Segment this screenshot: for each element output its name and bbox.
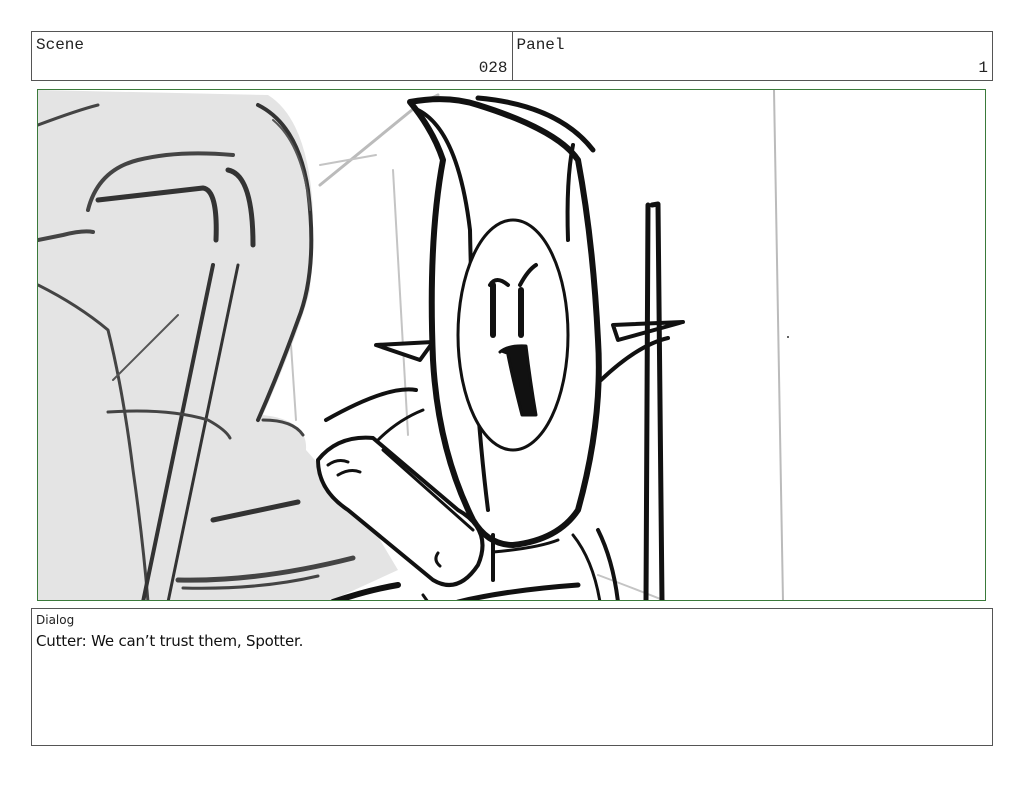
storyboard-panel-frame bbox=[37, 89, 986, 601]
panel-number: 1 bbox=[978, 59, 988, 77]
panel-cell: Panel 1 bbox=[511, 32, 993, 80]
scene-cell: Scene 028 bbox=[32, 32, 512, 80]
dialog-text: Cutter: We can’t trust them, Spotter. bbox=[36, 632, 304, 650]
scene-number: 028 bbox=[478, 59, 508, 77]
dialog-box: Dialog Cutter: We can’t trust them, Spot… bbox=[31, 608, 993, 746]
storyboard-sketch bbox=[38, 90, 789, 600]
dialog-label: Dialog bbox=[36, 613, 75, 627]
panel-label: Panel bbox=[516, 36, 565, 54]
storyboard-header: Scene 028 Panel 1 bbox=[31, 31, 993, 81]
character-face bbox=[456, 218, 570, 452]
scene-label: Scene bbox=[36, 36, 85, 54]
